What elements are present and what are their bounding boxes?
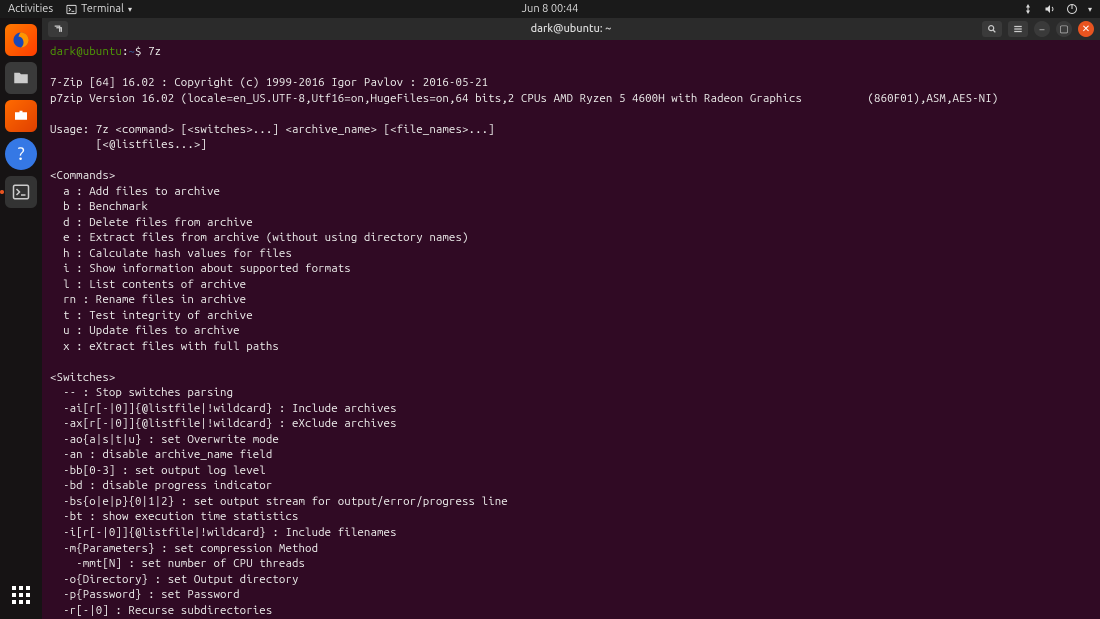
app-menu-terminal[interactable]: Terminal ▾ [65,3,132,15]
out-cmd: a : Add files to archive [50,185,220,198]
dock-firefox[interactable] [5,24,37,56]
network-icon[interactable] [1022,3,1034,15]
out-cmd: t : Test integrity of archive [50,309,253,322]
out-switch: -bb[0-3] : set output log level [50,464,266,477]
out-cmd: h : Calculate hash values for files [50,247,292,260]
out-cmd: b : Benchmark [50,200,148,213]
out-switch: -ai[r[-|0]]{@listfile|!wildcard} : Inclu… [50,402,397,415]
out-switch: -an : disable archive_name field [50,448,272,461]
out-line: Usage: 7z <command> [<switches>...] <arc… [50,123,495,136]
out-line: 7-Zip [64] 16.02 : Copyright (c) 1999-20… [50,76,488,89]
gnome-topbar: Activities Terminal ▾ Jun 8 00:44 ▾ [0,0,1100,18]
window-titlebar: dark@ubuntu: ~ – ▢ ✕ [42,18,1100,40]
out-switch: -bs{o|e|p}{0|1|2} : set output stream fo… [50,495,508,508]
prompt-user-host: dark@ubuntu [50,45,122,58]
dock-help[interactable]: ? [5,138,37,170]
out-cmd: x : eXtract files with full paths [50,340,279,353]
maximize-button[interactable]: ▢ [1056,21,1072,37]
chevron-down-icon[interactable]: ▾ [1088,5,1092,14]
power-icon[interactable] [1066,3,1078,15]
out-cmd: rn : Rename files in archive [50,293,246,306]
search-button[interactable] [982,21,1002,37]
terminal-content[interactable]: dark@ubuntu:~$ 7z 7-Zip [64] 16.02 : Cop… [42,40,1100,619]
out-switch: -m{Parameters} : set compression Method [50,542,318,555]
show-applications[interactable] [5,579,37,611]
out-cmd: e : Extract files from archive (without … [50,231,469,244]
close-button[interactable]: ✕ [1078,21,1094,37]
out-switch: -mmt[N] : set number of CPU threads [50,557,305,570]
volume-icon[interactable] [1044,3,1056,15]
dock-files[interactable] [5,62,37,94]
out-switch: -- : Stop switches parsing [50,386,233,399]
terminal-window: dark@ubuntu: ~ – ▢ ✕ dark@ubuntu:~$ 7z 7… [42,18,1100,619]
activities-button[interactable]: Activities [8,3,53,15]
app-menu-label: Terminal [81,3,124,15]
chevron-down-icon: ▾ [128,5,132,14]
out-cmd: d : Delete files from archive [50,216,253,229]
out-header: <Commands> [50,169,115,182]
hamburger-menu[interactable] [1008,21,1028,37]
window-title: dark@ubuntu: ~ [531,23,612,35]
minimize-button[interactable]: – [1034,21,1050,37]
out-switch: -o{Directory} : set Output directory [50,573,299,586]
out-line: [<@listfiles...>] [50,138,207,151]
command-input: 7z [148,45,161,58]
dock-terminal[interactable] [5,176,37,208]
out-cmd: i : Show information about supported for… [50,262,351,275]
out-switch: -ax[r[-|0]]{@listfile|!wildcard} : eXclu… [50,417,397,430]
out-switch: -i[r[-|0]]{@listfile|!wildcard} : Includ… [50,526,397,539]
out-cmd: l : List contents of archive [50,278,246,291]
out-switch: -ao{a|s|t|u} : set Overwrite mode [50,433,279,446]
out-line: p7zip Version 16.02 (locale=en_US.UTF-8,… [50,92,998,105]
out-switch: -p{Password} : set Password [50,588,240,601]
out-switch: -bt : show execution time statistics [50,510,299,523]
out-switch: -r[-|0] : Recurse subdirectories [50,604,272,617]
prompt-symbol: $ [135,45,142,58]
clock[interactable]: Jun 8 00:44 [522,3,579,15]
dock-software[interactable] [5,100,37,132]
out-cmd: u : Update files to archive [50,324,240,337]
terminal-icon [65,3,77,15]
out-switch: -bd : disable progress indicator [50,479,272,492]
out-header: <Switches> [50,371,115,384]
new-tab-button[interactable] [48,21,68,37]
ubuntu-dock: ? [0,18,42,619]
